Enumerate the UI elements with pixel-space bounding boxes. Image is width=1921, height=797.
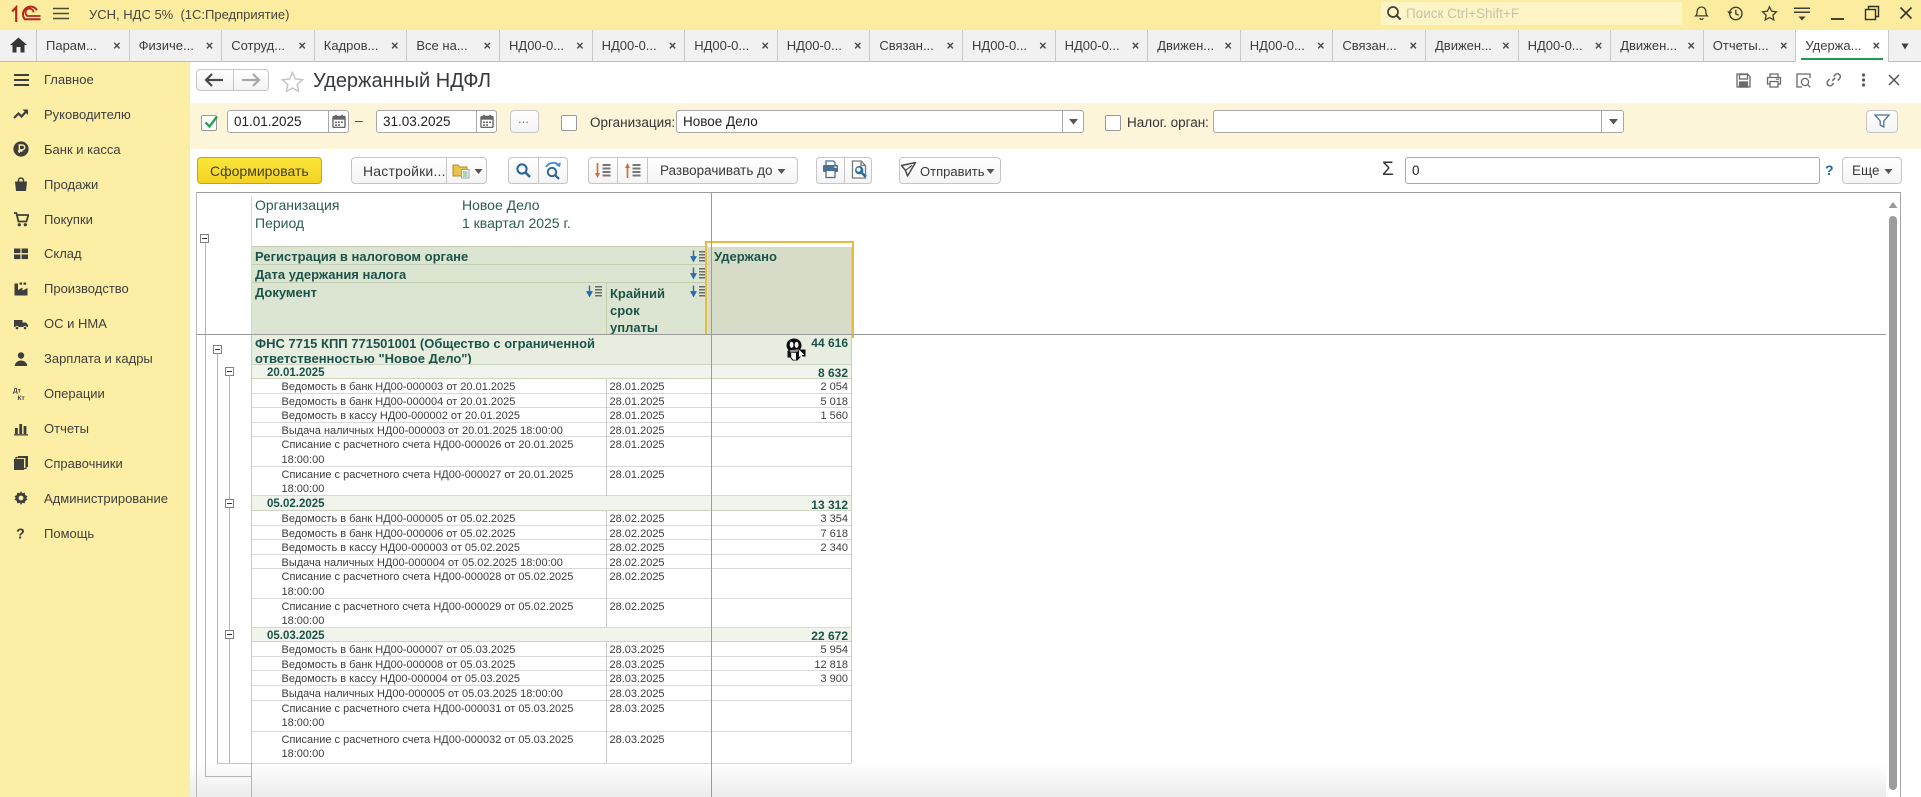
svg-text:?: ? <box>16 527 25 542</box>
svg-text:Дт: Дт <box>13 387 21 394</box>
svg-text:Кт: Кт <box>18 395 25 402</box>
